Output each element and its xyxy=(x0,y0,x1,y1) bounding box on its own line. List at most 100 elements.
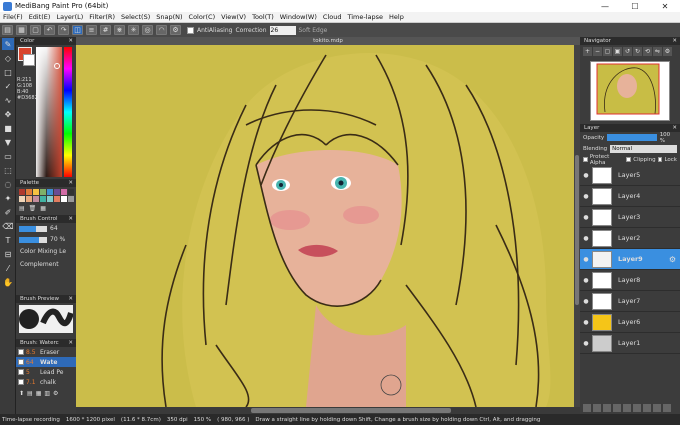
palette-swatch[interactable] xyxy=(33,196,39,202)
palette-swatch[interactable] xyxy=(47,196,53,202)
snap-curve-icon[interactable]: ◠ xyxy=(156,25,167,35)
palette-swatch[interactable] xyxy=(26,196,32,202)
hand-tool-icon[interactable]: ✋ xyxy=(2,276,14,288)
fit-icon[interactable]: ▢ xyxy=(603,47,612,56)
actual-size-icon[interactable]: ▣ xyxy=(613,47,622,56)
undo-icon[interactable]: ↶ xyxy=(44,25,55,35)
layer-properties-icon[interactable] xyxy=(663,404,671,412)
brush-item-checkbox[interactable] xyxy=(18,379,24,385)
select-pen-tool-icon[interactable]: ✐ xyxy=(2,206,14,218)
select-lasso-tool-icon[interactable]: ◌ xyxy=(2,178,14,190)
lock-checkbox[interactable] xyxy=(657,157,663,162)
flip-icon[interactable]: ⇋ xyxy=(653,47,662,56)
eyedropper-tool-icon[interactable]: ⁄ xyxy=(2,262,14,274)
visibility-eye-icon[interactable]: ● xyxy=(580,277,592,284)
snap-radial-icon[interactable]: ✳ xyxy=(128,25,139,35)
visibility-eye-icon[interactable]: ● xyxy=(580,298,592,305)
visibility-eye-icon[interactable]: ● xyxy=(580,319,592,326)
layer-row[interactable]: ● Layer7 xyxy=(580,291,680,312)
palette-swatch[interactable] xyxy=(26,189,32,195)
menu-tool[interactable]: Tool(T) xyxy=(249,13,277,21)
visibility-eye-icon[interactable]: ● xyxy=(580,193,592,200)
vertical-scroll-thumb[interactable] xyxy=(575,155,579,305)
check-tool-icon[interactable]: ✓ xyxy=(2,80,14,92)
layer-row[interactable]: ● Layer1 xyxy=(580,333,680,354)
menu-file[interactable]: File(F) xyxy=(0,13,26,21)
color-mixing-label[interactable]: Color Mixing Le xyxy=(16,245,76,258)
correction-input[interactable]: 26 xyxy=(269,25,296,35)
layer-row[interactable]: ● Layer2 xyxy=(580,228,680,249)
snap-settings-icon[interactable]: ⚙ xyxy=(170,25,181,35)
panel-close-icon[interactable]: ✕ xyxy=(68,37,73,45)
panel-close-icon[interactable]: ✕ xyxy=(68,339,73,347)
layer-row-selected[interactable]: ● Layer9 ⚙ xyxy=(580,249,680,270)
new-layer-icon[interactable] xyxy=(583,404,591,412)
drawing-canvas[interactable] xyxy=(76,45,580,407)
panel-close-icon[interactable]: ✕ xyxy=(68,215,73,223)
color-picker-cursor[interactable] xyxy=(54,63,60,69)
palette-swatch[interactable] xyxy=(19,196,25,202)
layer-blending-select[interactable]: Normal xyxy=(610,144,677,153)
zoom-out-icon[interactable]: − xyxy=(593,47,602,56)
palette-swatch[interactable] xyxy=(54,189,60,195)
panel-close-icon[interactable]: ✕ xyxy=(672,124,677,132)
snap-cross-icon[interactable]: # xyxy=(100,25,111,35)
brush-opacity-slider[interactable] xyxy=(19,236,47,243)
move-tool-icon[interactable]: ✥ xyxy=(2,108,14,120)
menu-layer[interactable]: Layer(L) xyxy=(53,13,86,21)
brush-settings-icon[interactable]: ⚙ xyxy=(53,390,58,397)
visibility-eye-icon[interactable]: ● xyxy=(580,214,592,221)
zoom-in-icon[interactable]: + xyxy=(583,47,592,56)
palette-swatch[interactable] xyxy=(68,196,74,202)
palette-swatch[interactable] xyxy=(61,196,67,202)
brush-add-icon[interactable]: ⬆ xyxy=(19,390,24,397)
visibility-eye-icon[interactable]: ● xyxy=(580,256,592,263)
magic-wand-tool-icon[interactable]: ✦ xyxy=(2,192,14,204)
nav-settings-icon[interactable]: ⚙ xyxy=(663,47,672,56)
palette-swatch[interactable] xyxy=(40,189,46,195)
layer-up-icon[interactable] xyxy=(633,404,641,412)
layer-row[interactable]: ● Layer3 xyxy=(580,207,680,228)
menu-filter[interactable]: Filter(R) xyxy=(86,13,118,21)
snap-off-icon[interactable]: ◫ xyxy=(72,25,83,35)
menu-view[interactable]: View(V) xyxy=(218,13,249,21)
merge-layer-icon[interactable] xyxy=(613,404,621,412)
layer-row[interactable]: ● Layer8 xyxy=(580,270,680,291)
grid-icon[interactable]: ▦ xyxy=(16,25,27,35)
protect-alpha-checkbox[interactable] xyxy=(583,157,588,162)
layer-down-icon[interactable] xyxy=(643,404,651,412)
redo-icon[interactable]: ↷ xyxy=(58,25,69,35)
bucket-tool-icon[interactable]: ▼ xyxy=(2,136,14,148)
clipping-checkbox[interactable] xyxy=(626,157,632,162)
menu-color[interactable]: Color(C) xyxy=(186,13,219,21)
layer-opacity-slider[interactable] xyxy=(607,134,657,141)
brush-item-checkbox[interactable] xyxy=(18,349,24,355)
divide-tool-icon[interactable]: ⊟ xyxy=(2,248,14,260)
layer-row[interactable]: ● Layer6 xyxy=(580,312,680,333)
minimize-button[interactable]: — xyxy=(590,2,620,11)
delete-layer-icon[interactable] xyxy=(653,404,661,412)
palette-swatch[interactable] xyxy=(61,189,67,195)
fill-rect-tool-icon[interactable]: ■ xyxy=(2,122,14,134)
palette-swatch[interactable] xyxy=(40,196,46,202)
text-tool-icon[interactable]: T xyxy=(2,234,14,246)
select-eraser-tool-icon[interactable]: ⌫ xyxy=(2,220,14,232)
menu-help[interactable]: Help xyxy=(386,13,407,21)
visibility-eye-icon[interactable]: ● xyxy=(580,340,592,347)
layer-row[interactable]: ● Layer5 xyxy=(580,165,680,186)
maximize-button[interactable]: ☐ xyxy=(620,2,650,11)
background-color-swatch[interactable] xyxy=(23,54,35,66)
snap-vanish-icon[interactable]: ⋇ xyxy=(114,25,125,35)
menu-select[interactable]: Select(S) xyxy=(118,13,153,21)
palette-swatch[interactable] xyxy=(68,189,74,195)
rotate-right-icon[interactable]: ↻ xyxy=(633,47,642,56)
select-icon[interactable]: ▢ xyxy=(30,25,41,35)
menu-window[interactable]: Window(W) xyxy=(277,13,320,21)
menu-edit[interactable]: Edit(E) xyxy=(26,13,54,21)
menu-cloud[interactable]: Cloud xyxy=(320,13,345,21)
brush-size-slider[interactable] xyxy=(19,225,47,232)
gradient-tool-icon[interactable]: ▭ xyxy=(2,150,14,162)
close-button[interactable]: ✕ xyxy=(650,2,680,11)
brush-item[interactable]: 7.1 chalk xyxy=(16,377,76,387)
navigator-preview[interactable] xyxy=(590,61,670,121)
